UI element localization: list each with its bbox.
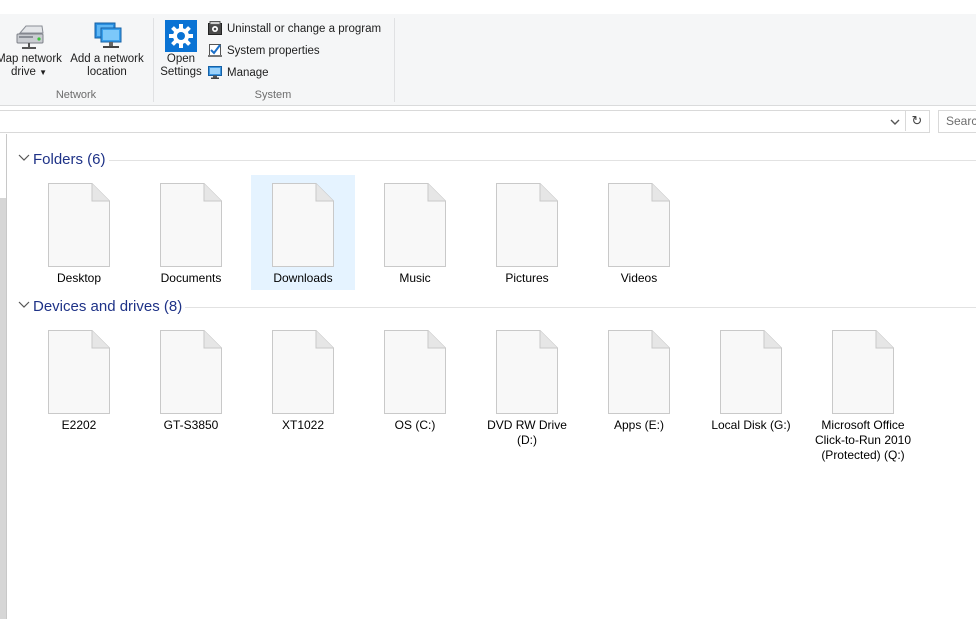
manage-button[interactable]: Manage xyxy=(208,64,269,82)
group-divider xyxy=(394,18,395,102)
add-network-location-button[interactable]: Add a network location xyxy=(68,20,146,79)
file-icon xyxy=(48,183,110,267)
file-icon xyxy=(496,330,558,414)
drives-group-divider xyxy=(185,307,976,308)
file-icon xyxy=(832,330,894,414)
map-network-drive-button[interactable]: Map network drive ▼ xyxy=(0,20,66,79)
system-group-label: System xyxy=(254,89,292,101)
item-tile[interactable]: Music xyxy=(363,175,467,290)
drives-group-title: Devices and drives (8) xyxy=(33,298,183,315)
file-icon-shape xyxy=(608,330,670,414)
collapse-chevron-icon xyxy=(17,151,31,165)
network-location-icon xyxy=(91,20,123,50)
settings-gear-icon xyxy=(165,20,197,52)
file-icon-shape xyxy=(384,183,446,267)
file-icon-shape xyxy=(48,330,110,414)
folders-group-header[interactable]: Folders (6) xyxy=(17,150,106,170)
file-icon xyxy=(160,330,222,414)
search-input[interactable] xyxy=(939,111,976,130)
item-label: GT-S3850 xyxy=(163,418,219,432)
file-icon xyxy=(384,330,446,414)
file-icon-shape xyxy=(720,330,782,414)
file-icon-shape xyxy=(272,183,334,267)
item-tile[interactable]: Local Disk (G:) xyxy=(699,322,803,437)
item-tile[interactable]: Microsoft Office Click-to-Run 2010 (Prot… xyxy=(811,322,915,467)
item-label: E2202 xyxy=(61,418,97,432)
uninstall-label: Uninstall or change a program xyxy=(227,23,382,35)
network-drive-icon xyxy=(12,20,46,50)
computer-management-icon xyxy=(208,65,222,79)
item-tile[interactable]: Apps (E:) xyxy=(587,322,691,437)
refresh-button[interactable]: ↻ xyxy=(905,110,928,131)
item-label: XT1022 xyxy=(281,418,325,432)
address-field[interactable] xyxy=(0,110,930,133)
item-label: Documents xyxy=(160,271,222,285)
open-settings-button[interactable]: Open Settings xyxy=(156,20,206,79)
file-icon-shape xyxy=(496,330,558,414)
item-tile[interactable]: XT1022 xyxy=(251,322,355,437)
file-icon-shape xyxy=(160,330,222,414)
file-icon xyxy=(720,330,782,414)
folders-group-divider xyxy=(109,160,976,161)
network-group-label: Network xyxy=(55,89,97,101)
file-icon-shape xyxy=(48,183,110,267)
folders-group-title: Folders (6) xyxy=(33,151,106,168)
file-icon xyxy=(384,183,446,267)
system-properties-button[interactable]: System properties xyxy=(208,42,320,60)
item-tile[interactable]: Pictures xyxy=(475,175,579,290)
open-settings-label: Open Settings xyxy=(160,53,202,78)
file-icon xyxy=(608,330,670,414)
system-properties-label: System properties xyxy=(227,45,320,57)
file-icon-shape xyxy=(608,183,670,267)
refresh-icon: ↻ xyxy=(911,113,923,128)
system-properties-icon xyxy=(208,43,222,57)
uninstall-program-button[interactable]: Uninstall or change a program xyxy=(208,20,381,38)
title-strip xyxy=(0,0,976,15)
drives-group-header[interactable]: Devices and drives (8) xyxy=(17,297,182,317)
navigation-scrollbar-thumb[interactable] xyxy=(0,198,6,619)
file-icon xyxy=(272,183,334,267)
item-tile[interactable]: E2202 xyxy=(27,322,131,437)
search-box xyxy=(938,110,976,133)
add-network-location-label: Add a network location xyxy=(70,53,144,78)
collapse-chevron-icon xyxy=(17,298,31,312)
dropdown-arrow-icon: ▼ xyxy=(39,68,48,77)
file-icon-shape xyxy=(496,183,558,267)
file-icon xyxy=(272,330,334,414)
item-tile[interactable]: Documents xyxy=(139,175,243,290)
chevron-down-icon[interactable] xyxy=(888,115,902,129)
item-tile[interactable]: GT-S3850 xyxy=(139,322,243,437)
uninstall-icon xyxy=(208,21,222,35)
map-network-drive-label: Map network drive xyxy=(0,53,62,78)
item-label: Pictures xyxy=(505,271,549,285)
file-icon-shape xyxy=(160,183,222,267)
item-label: Local Disk (G:) xyxy=(711,418,791,432)
file-icon-shape xyxy=(272,330,334,414)
file-icon xyxy=(48,330,110,414)
item-tile[interactable]: OS (C:) xyxy=(363,322,467,437)
file-icon-shape xyxy=(832,330,894,414)
network-group: Map network drive ▼ Add a network locati… xyxy=(0,14,152,105)
file-icon-shape xyxy=(384,330,446,414)
item-tile[interactable]: DVD RW Drive (D:) xyxy=(475,322,579,452)
item-label: Videos xyxy=(620,271,658,285)
address-bar: ↻ xyxy=(0,106,976,134)
item-tile[interactable]: Videos xyxy=(587,175,691,290)
item-label: Microsoft Office Click-to-Run 2010 (Prot… xyxy=(814,418,912,462)
item-label: Apps (E:) xyxy=(613,418,664,432)
item-tile[interactable]: Desktop xyxy=(27,175,131,290)
file-icon xyxy=(496,183,558,267)
item-label: OS (C:) xyxy=(394,418,436,432)
content-pane: Folders (6) Desktop Documents Downloads Mus… xyxy=(7,134,976,619)
item-tile[interactable]: Downloads xyxy=(251,175,355,290)
file-icon xyxy=(608,183,670,267)
manage-label: Manage xyxy=(227,67,269,79)
item-label: Desktop xyxy=(56,271,102,285)
item-label: Music xyxy=(399,271,431,285)
file-icon xyxy=(160,183,222,267)
item-label: DVD RW Drive (D:) xyxy=(487,418,567,447)
ribbon: Map network drive ▼ Add a network locati… xyxy=(0,14,976,106)
item-label: Downloads xyxy=(273,271,333,285)
